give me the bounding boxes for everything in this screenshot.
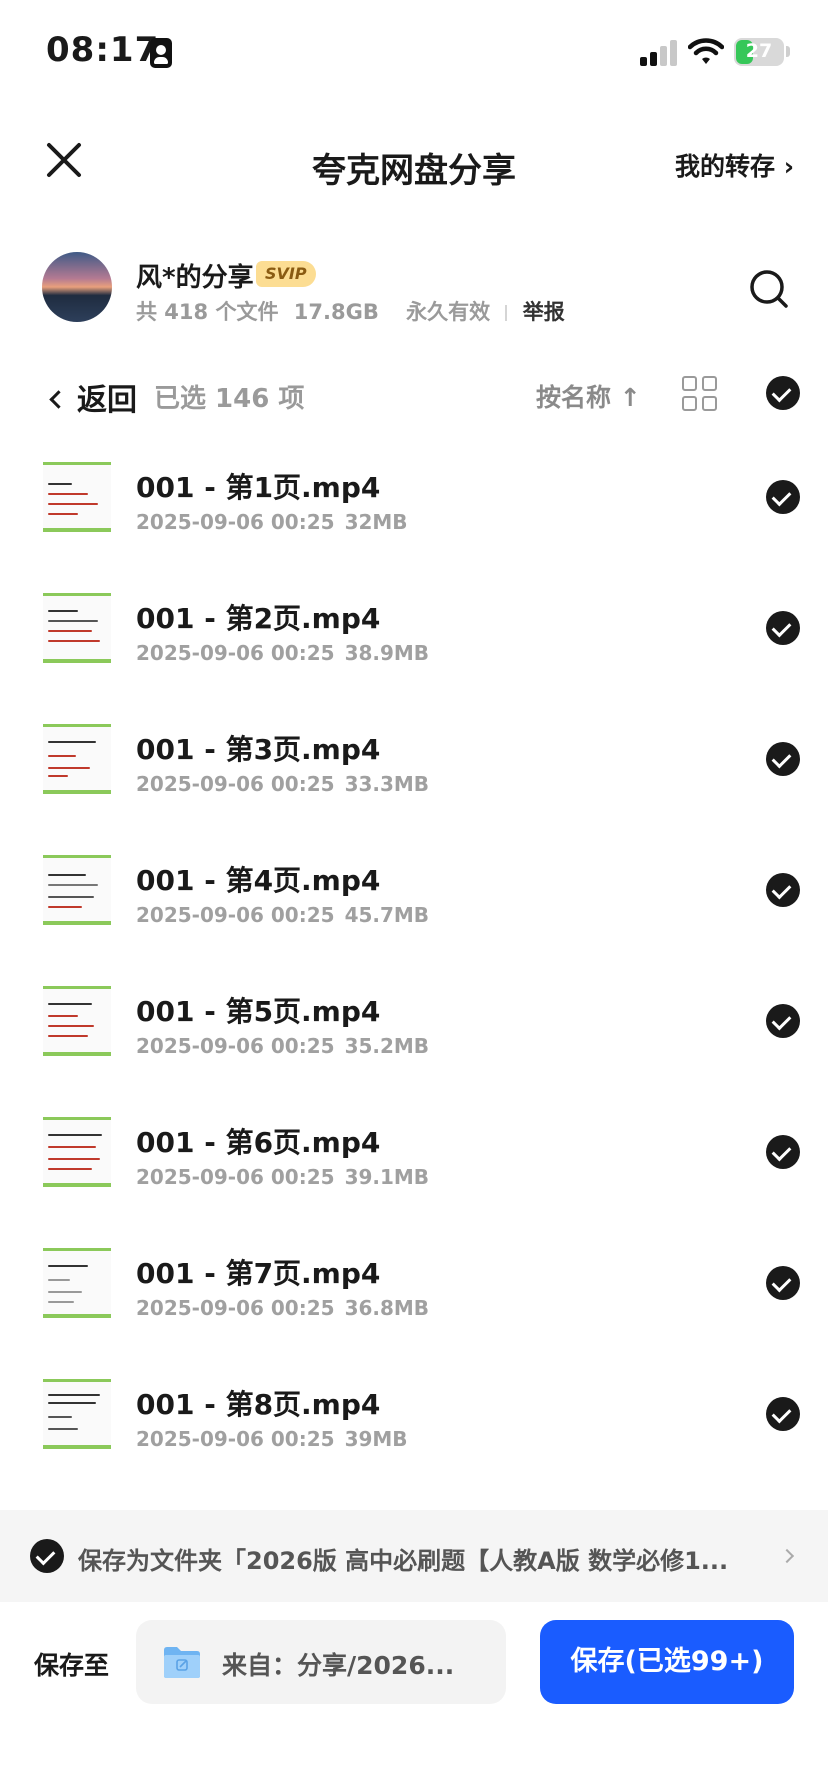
- search-icon[interactable]: [748, 268, 790, 310]
- file-name: 001 - 第2页.mp4: [136, 602, 381, 635]
- file-date: 2025-09-06 00:25: [136, 772, 335, 796]
- file-size: 39MB: [344, 1427, 408, 1451]
- file-name: 001 - 第1页.mp4: [136, 471, 381, 504]
- file-meta: 2025-09-06 00:25 39.1MB: [136, 1165, 429, 1189]
- file-meta: 2025-09-06 00:25 33.3MB: [136, 772, 429, 796]
- file-checkbox[interactable]: [766, 611, 800, 645]
- destination-selector[interactable]: 来自：分享/2026...: [136, 1620, 506, 1704]
- file-size: 33.3MB: [344, 772, 430, 796]
- file-size: 35.2MB: [344, 1034, 430, 1058]
- cellular-signal-icon: [640, 40, 678, 66]
- validity: 永久有效: [406, 300, 491, 324]
- file-date: 2025-09-06 00:25: [136, 641, 335, 665]
- video-thumbnail: [43, 855, 111, 925]
- select-all-checkbox[interactable]: [766, 376, 800, 410]
- file-meta: 2025-09-06 00:25 38.9MB: [136, 641, 429, 665]
- file-row[interactable]: 001 - 第5页.mp4 2025-09-06 00:25 35.2MB: [0, 970, 828, 1101]
- file-count: 共 418 个文件: [136, 300, 279, 324]
- battery-cap: [786, 46, 790, 57]
- file-row[interactable]: 001 - 第2页.mp4 2025-09-06 00:25 38.9MB: [0, 577, 828, 708]
- file-checkbox[interactable]: [766, 1397, 800, 1431]
- file-date: 2025-09-06 00:25: [136, 510, 335, 534]
- video-thumbnail: [43, 593, 111, 663]
- file-row[interactable]: 001 - 第8页.mp4 2025-09-06 00:25 39MB: [0, 1363, 828, 1494]
- video-thumbnail: [43, 1248, 111, 1318]
- save-button[interactable]: 保存(已选99+): [540, 1620, 794, 1704]
- chevron-right-icon: [779, 1548, 795, 1564]
- wifi-icon: [688, 38, 724, 64]
- video-thumbnail: [43, 1379, 111, 1449]
- svip-badge: SVIP: [256, 261, 316, 287]
- file-name: 001 - 第6页.mp4: [136, 1126, 381, 1159]
- file-date: 2025-09-06 00:25: [136, 1034, 335, 1058]
- share-page: 08:17 27 夸克网盘分享 我的转存 › 风*的分享 SVIP 共 418 …: [0, 0, 828, 1792]
- file-row[interactable]: 001 - 第3页.mp4 2025-09-06 00:25 33.3MB: [0, 708, 828, 839]
- video-thumbnail: [43, 462, 111, 532]
- battery-level: 27: [745, 40, 773, 62]
- back-label: 返回: [77, 383, 137, 418]
- file-checkbox[interactable]: [766, 1135, 800, 1169]
- video-thumbnail: [43, 724, 111, 794]
- file-size: 45.7MB: [344, 903, 430, 927]
- file-row[interactable]: 001 - 第4页.mp4 2025-09-06 00:25 45.7MB: [0, 839, 828, 970]
- file-date: 2025-09-06 00:25: [136, 903, 335, 927]
- file-name: 001 - 第7页.mp4: [136, 1257, 381, 1290]
- chevron-left-icon: [49, 390, 68, 409]
- file-size: 36.8MB: [344, 1296, 430, 1320]
- file-checkbox[interactable]: [766, 742, 800, 776]
- file-meta: 2025-09-06 00:25 39MB: [136, 1427, 408, 1451]
- share-owner: 风*的分享: [136, 263, 254, 293]
- file-checkbox[interactable]: [766, 1266, 800, 1300]
- file-meta: 2025-09-06 00:25 45.7MB: [136, 903, 429, 927]
- file-name: 001 - 第5页.mp4: [136, 995, 381, 1028]
- file-meta: 2025-09-06 00:25 32MB: [136, 510, 408, 534]
- file-row[interactable]: 001 - 第6页.mp4 2025-09-06 00:25 39.1MB: [0, 1101, 828, 1232]
- grid-view-icon[interactable]: [682, 376, 718, 412]
- file-row[interactable]: 001 - 第7页.mp4 2025-09-06 00:25 36.8MB: [0, 1232, 828, 1363]
- battery-icon: 27: [734, 38, 784, 66]
- divider: [505, 305, 508, 321]
- selected-count: 已选 146 项: [154, 384, 305, 414]
- folder-icon: [164, 1647, 200, 1678]
- share-meta: 共 418 个文件 17.8GB 永久有效 举报: [136, 296, 565, 326]
- file-size: 38.9MB: [344, 641, 430, 665]
- file-date: 2025-09-06 00:25: [136, 1165, 335, 1189]
- file-row[interactable]: 001 - 第1页.mp4 2025-09-06 00:25 32MB: [0, 446, 828, 577]
- save-as-folder-option[interactable]: 保存为文件夹「2026版 高中必刷题【人教A版 数学必修1...: [0, 1510, 828, 1602]
- file-date: 2025-09-06 00:25: [136, 1427, 335, 1451]
- file-size: 32MB: [344, 510, 408, 534]
- file-checkbox[interactable]: [766, 873, 800, 907]
- video-thumbnail: [43, 986, 111, 1056]
- file-size: 39.1MB: [344, 1165, 430, 1189]
- report-link[interactable]: 举报: [523, 296, 565, 326]
- file-meta: 2025-09-06 00:25 36.8MB: [136, 1296, 429, 1320]
- status-time: 08:17: [46, 30, 160, 70]
- save-as-folder-text: 保存为文件夹「2026版 高中必刷题【人教A版 数学必修1...: [78, 1547, 729, 1575]
- file-checkbox[interactable]: [766, 480, 800, 514]
- file-name: 001 - 第8页.mp4: [136, 1388, 381, 1421]
- file-name: 001 - 第3页.mp4: [136, 733, 381, 766]
- file-checkbox[interactable]: [766, 1004, 800, 1038]
- focus-mode-icon: [150, 38, 172, 68]
- avatar: [42, 252, 112, 322]
- my-transfer-link[interactable]: 我的转存 ›: [675, 147, 794, 183]
- share-size: 17.8GB: [293, 300, 379, 324]
- file-name: 001 - 第4页.mp4: [136, 864, 381, 897]
- save-as-folder-checkbox[interactable]: [30, 1539, 64, 1573]
- file-meta: 2025-09-06 00:25 35.2MB: [136, 1034, 429, 1058]
- destination-path: 来自：分享/2026...: [222, 1651, 455, 1680]
- video-thumbnail: [43, 1117, 111, 1187]
- save-to-label: 保存至: [34, 1651, 110, 1680]
- file-date: 2025-09-06 00:25: [136, 1296, 335, 1320]
- back-button[interactable]: 返回: [49, 375, 137, 419]
- sort-button[interactable]: 按名称 ↑: [536, 378, 641, 414]
